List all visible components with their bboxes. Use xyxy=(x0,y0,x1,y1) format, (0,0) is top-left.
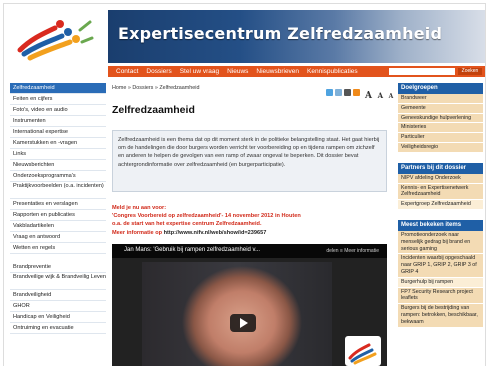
nav-nieuwsbrieven[interactable]: Nieuwsbrieven xyxy=(252,68,303,75)
nav-kennispublicaties[interactable]: Kennispublicaties xyxy=(303,68,362,75)
meest-bekeken-title: Meest bekeken items xyxy=(398,219,483,231)
page-tools: A A A xyxy=(326,83,393,102)
left-sidebar: Zelfredzaamheid Feiten en cijfers Foto's… xyxy=(10,83,106,334)
breadcrumb[interactable]: Home » Dossiers » Zelfredzaamheid xyxy=(112,85,200,91)
search-input[interactable] xyxy=(389,68,455,75)
more-info: Meer informatie op http://www.nifv.nl/we… xyxy=(112,230,266,236)
sidebar-item[interactable]: Wetten en regels xyxy=(10,243,106,254)
doelgroep-item[interactable]: Ministeries xyxy=(398,123,483,134)
font-size-small[interactable]: A xyxy=(389,93,394,100)
video-title[interactable]: Jan Mans: 'Gebruik bij rampen zelfredzaa… xyxy=(124,247,260,253)
search-button[interactable]: Zoeken xyxy=(458,68,482,75)
sidebar-item[interactable]: International expertise xyxy=(10,127,106,138)
doelgroepen-box: Doelgroepen Brandweer Gemeente Geneeskun… xyxy=(398,83,483,153)
sidebar-item[interactable]: Foto's, video en audio xyxy=(10,105,106,116)
right-column: Doelgroepen Brandweer Gemeente Geneeskun… xyxy=(398,83,483,338)
sidebar-item[interactable]: Brandveiligheid xyxy=(10,290,106,301)
top-navigation: Contact Dossiers Stel uw vraag Nieuws Ni… xyxy=(108,66,485,77)
event-line-3: o.a. de start van het expertise centrum … xyxy=(112,221,262,227)
partner-item[interactable]: Kennis- en Expertisenetwerk Zelfredzaamh… xyxy=(398,184,483,201)
video-share-info[interactable]: delen ≡ Meer informatie xyxy=(326,248,379,254)
doelgroepen-list: Brandweer Gemeente Geneeskundige hulpver… xyxy=(398,94,483,153)
doelgroep-item[interactable]: Geneeskundige hulpverlening xyxy=(398,114,483,124)
font-size-medium[interactable]: A xyxy=(378,91,383,100)
partners-title: Partners bij dit dossier xyxy=(398,162,483,174)
meest-bekeken-item[interactable]: Burgers bij de bestrijding van rampen: b… xyxy=(398,304,483,328)
sidebar-item[interactable]: Nieuwsberichten xyxy=(10,160,106,171)
sidebar-item[interactable]: Kamerstukken en -vragen xyxy=(10,138,106,149)
partners-box: Partners bij dit dossier NIPV afdeling O… xyxy=(398,162,483,210)
partner-item[interactable]: NIPV afdeling Onderzoek xyxy=(398,174,483,184)
nav-nieuws[interactable]: Nieuws xyxy=(223,68,252,75)
video-player[interactable]: Jan Mans: 'Gebruik bij rampen zelfredzaa… xyxy=(112,244,387,366)
font-size-controls: A A A xyxy=(365,83,393,102)
meest-bekeken-box: Meest bekeken items Promotieonderzoek na… xyxy=(398,219,483,328)
page-title: Zelfredzaamheid xyxy=(112,104,195,116)
site-header: Expertisecentrum Zelfredzaamheid xyxy=(4,4,485,66)
rss-icon[interactable] xyxy=(353,89,360,96)
event-line-2[interactable]: 'Congres Voorbereid op zelfredzaamheid'-… xyxy=(112,212,301,220)
doelgroepen-title: Doelgroepen xyxy=(398,83,483,94)
nav-dossiers[interactable]: Dossiers xyxy=(142,68,175,75)
meest-bekeken-item[interactable]: Promotieonderzoek naar menselijk gedrag … xyxy=(398,231,483,255)
doelgroep-item[interactable]: Brandweer xyxy=(398,94,483,104)
sidebar-item[interactable]: Brandpreventie xyxy=(10,262,106,273)
meest-bekeken-item[interactable]: Burgerhulp bij rampen xyxy=(398,277,483,288)
email-icon[interactable] xyxy=(335,89,342,96)
nav-stel-uw-vraag[interactable]: Stel uw vraag xyxy=(176,68,223,75)
font-size-large[interactable]: A xyxy=(365,91,372,101)
page: Expertisecentrum Zelfredzaamheid Contact… xyxy=(4,4,485,366)
sidebar-item[interactable]: Links xyxy=(10,149,106,160)
print-icon[interactable] xyxy=(344,89,351,96)
event-line-1: Meld je nu aan voor: xyxy=(112,205,167,211)
partner-item[interactable]: Expertgroep Zelfredzaamheid xyxy=(398,200,483,210)
more-info-link[interactable]: http://www.nifv.nl/web/show/id=239657 xyxy=(164,230,267,236)
more-info-label: Meer informatie op xyxy=(112,230,163,236)
event-announcement: Meld je nu aan voor: 'Congres Voorbereid… xyxy=(112,204,301,228)
sidebar-item[interactable]: Feiten en cijfers xyxy=(10,94,106,105)
logo-icon xyxy=(348,343,377,365)
meest-bekeken-item[interactable]: FP7 Security Research project leaflets xyxy=(398,288,483,305)
sidebar-item[interactable]: Onderzoeksprogramma's xyxy=(10,171,106,182)
sidebar-item[interactable]: Vraag en antwoord xyxy=(10,232,106,243)
sidebar-item[interactable]: Rapporten en publicaties xyxy=(10,210,106,221)
sidebar-item-zelfredzaamheid[interactable]: Zelfredzaamheid xyxy=(10,83,106,94)
sidebar-item[interactable]: Presentaties en verslagen xyxy=(10,199,106,210)
play-button[interactable] xyxy=(230,314,256,332)
partners-list: NIPV afdeling Onderzoek Kennis- en Exper… xyxy=(398,173,483,210)
logo-icon xyxy=(17,20,94,61)
sidebar-item[interactable]: GHOR xyxy=(10,301,106,312)
header-banner: Expertisecentrum Zelfredzaamheid xyxy=(108,10,485,63)
doelgroep-item[interactable]: Veiligheidsregio xyxy=(398,143,483,153)
sidebar-item[interactable]: Ontruiming en evacuatie xyxy=(10,323,106,334)
sidebar-item[interactable]: Brandveilige wijk & Brandveilig Leven xyxy=(10,273,106,290)
video-logo xyxy=(345,336,381,366)
sidebar-item[interactable]: Handicap en Veiligheid xyxy=(10,312,106,323)
meest-bekeken-item[interactable]: Incidenten waarbij opgeschaald naar GRIP… xyxy=(398,254,483,278)
intro-text: Zelfredzaamheid is een thema dat op dit … xyxy=(112,130,387,192)
sidebar-divider xyxy=(10,254,106,262)
meest-bekeken-list: Promotieonderzoek naar menselijk gedrag … xyxy=(398,230,483,328)
nav-contact[interactable]: Contact xyxy=(112,68,142,75)
twitter-icon[interactable] xyxy=(326,89,333,96)
site-logo[interactable] xyxy=(10,10,98,66)
sidebar-item[interactable]: Instrumenten xyxy=(10,116,106,127)
site-title: Expertisecentrum Zelfredzaamheid xyxy=(118,24,443,43)
doelgroep-item[interactable]: Gemeente xyxy=(398,104,483,114)
sidebar-item[interactable]: Vakbladartikelen xyxy=(10,221,106,232)
video-title-bar: Jan Mans: 'Gebruik bij rampen zelfredzaa… xyxy=(112,244,387,258)
doelgroep-item[interactable]: Particulier xyxy=(398,133,483,143)
sidebar-item[interactable]: Praktijkvoorbeelden (o.a. incidenten) xyxy=(10,182,106,199)
